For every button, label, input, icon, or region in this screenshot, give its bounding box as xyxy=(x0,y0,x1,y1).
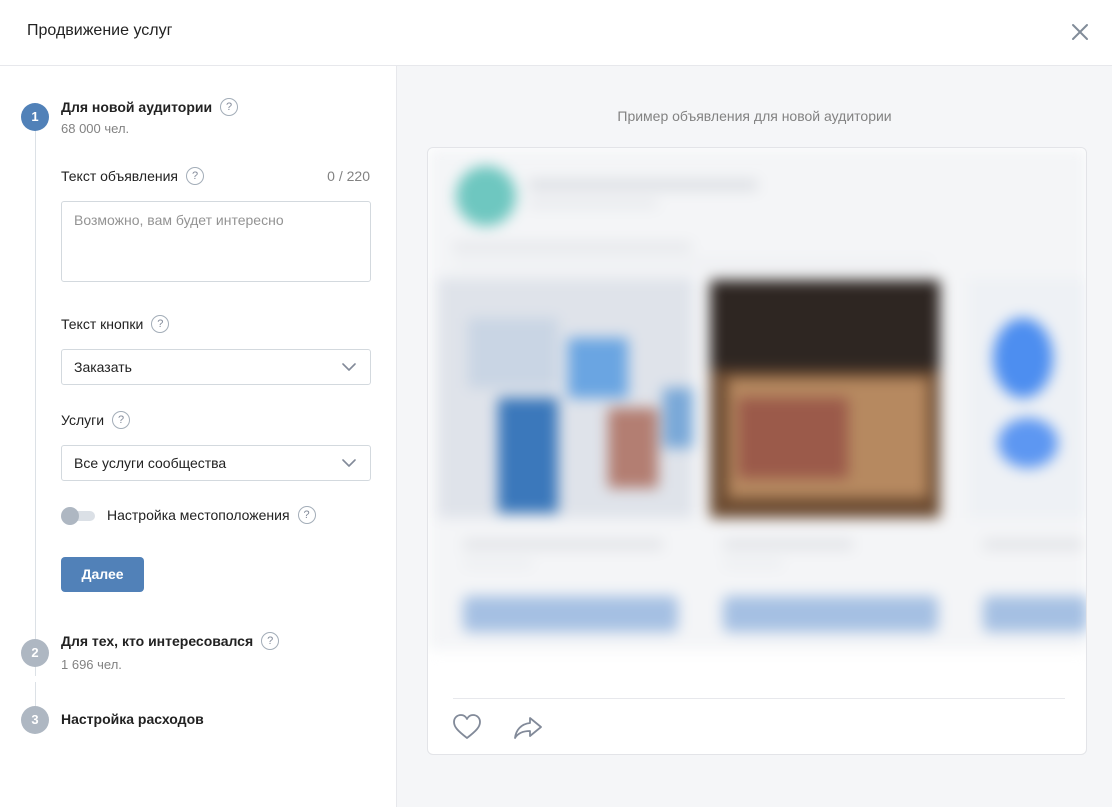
services-label-row: Услуги ? xyxy=(61,411,131,429)
blurred-ad-content xyxy=(428,148,1086,650)
next-button[interactable]: Далее xyxy=(61,557,144,592)
button-text-value: Заказать xyxy=(74,359,132,375)
ad-text-counter: 0 / 220 xyxy=(327,168,370,184)
close-icon[interactable] xyxy=(1068,20,1092,44)
services-label: Услуги xyxy=(61,412,105,428)
services-select[interactable]: Все услуги сообщества xyxy=(61,445,371,481)
step-1-audience-count: 68 000 чел. xyxy=(61,121,130,136)
step-3-circle: 3 xyxy=(21,706,49,734)
modal-title: Продвижение услуг xyxy=(27,22,173,39)
button-text-label: Текст кнопки xyxy=(61,316,144,332)
step-1-title: Для новой аудитории xyxy=(61,99,213,115)
ad-text-label-row: Текст объявления ? xyxy=(61,167,205,185)
help-icon[interactable]: ? xyxy=(220,98,239,116)
step-connector xyxy=(35,130,36,676)
help-icon[interactable]: ? xyxy=(186,167,205,185)
ad-text-label: Текст объявления xyxy=(61,168,179,184)
card-divider xyxy=(453,698,1065,699)
ad-text-placeholder: Возможно, вам будет интересно xyxy=(74,212,284,228)
button-text-label-row: Текст кнопки ? xyxy=(61,315,170,333)
location-toggle[interactable] xyxy=(61,507,95,525)
step-2-header[interactable]: Для тех, кто интересовался ? xyxy=(61,632,280,650)
ad-text-input[interactable]: Возможно, вам будет интересно xyxy=(61,201,371,282)
button-text-select[interactable]: Заказать xyxy=(61,349,371,385)
help-icon[interactable]: ? xyxy=(297,506,316,524)
help-icon[interactable]: ? xyxy=(112,411,131,429)
settings-panel: 1 Для новой аудитории ? 68 000 чел. Текс… xyxy=(0,66,397,807)
step-1-header[interactable]: Для новой аудитории ? xyxy=(61,98,239,116)
step-2-audience-count: 1 696 чел. xyxy=(61,657,122,672)
help-icon[interactable]: ? xyxy=(151,315,170,333)
services-value: Все услуги сообщества xyxy=(74,455,227,471)
location-label: Настройка местоположения xyxy=(107,507,290,523)
preview-title: Пример объявления для новой аудитории xyxy=(617,108,892,124)
modal-header: Продвижение услуг xyxy=(0,0,1112,66)
step-3-header[interactable]: Настройка расходов xyxy=(61,711,204,727)
help-icon[interactable]: ? xyxy=(261,632,280,650)
step-1-circle: 1 xyxy=(21,103,49,131)
step-2-title: Для тех, кто интересовался xyxy=(61,633,254,649)
preview-panel: Пример объявления для новой аудитории xyxy=(397,66,1112,807)
share-icon[interactable] xyxy=(512,714,544,742)
heart-icon[interactable] xyxy=(452,713,482,741)
toggle-knob xyxy=(61,507,79,525)
chevron-down-icon xyxy=(342,363,356,371)
step-2-circle: 2 xyxy=(21,639,49,667)
step-3-title: Настройка расходов xyxy=(61,711,204,727)
location-label-row: Настройка местоположения ? xyxy=(107,506,316,524)
chevron-down-icon xyxy=(342,459,356,467)
ad-preview-card xyxy=(427,147,1087,755)
